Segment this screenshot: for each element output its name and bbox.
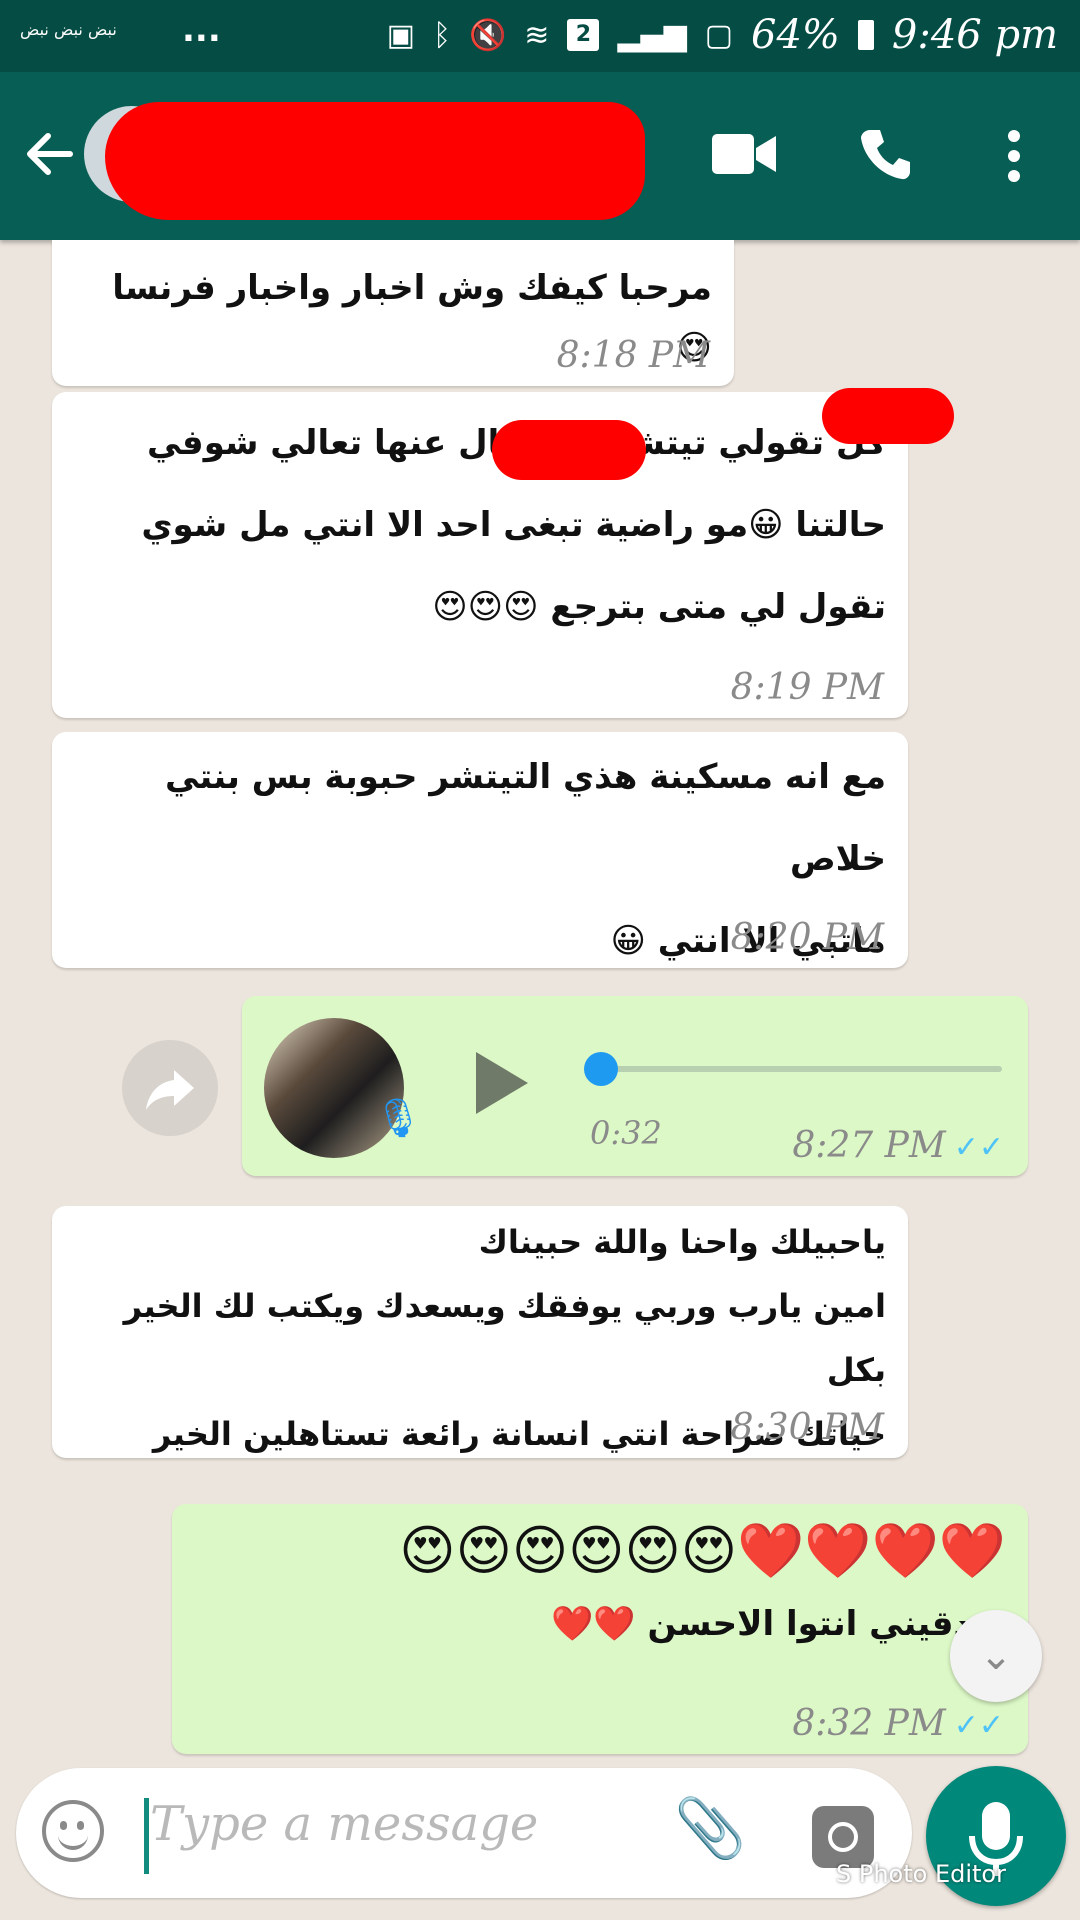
message-bubble[interactable]: ❤️❤️❤️❤️😍😍😍😍😍😍 صدقيني انتوا الاحسن ❤️❤️ … <box>172 1504 1028 1754</box>
message-list[interactable]: مرحبا كيفك وش اخبار واخبار فرنسا 😍 8:18 … <box>0 240 1080 1760</box>
notification-overflow: ... <box>182 10 221 50</box>
wifi-icon: ≋ <box>524 17 550 53</box>
smiley-icon[interactable] <box>42 1800 104 1862</box>
message-time: 8:32 PM ✓✓ <box>792 1703 1004 1744</box>
redacted-contact-name[interactable] <box>105 102 645 220</box>
message-bubble[interactable]: مرحبا كيفك وش اخبار واخبار فرنسا 😍 8:18 … <box>52 240 734 386</box>
redaction-mark <box>822 388 954 444</box>
message-bubble[interactable]: مع انه مسكينة هذي التيتشر حبوبة بس بنتي … <box>52 732 908 968</box>
notification-text: نبض نبض نبض <box>20 20 117 39</box>
message-composer: Type a message 📎 <box>16 1768 912 1898</box>
audio-seek-handle[interactable] <box>584 1052 618 1086</box>
signal-icon-2: ▢ <box>704 17 734 53</box>
scroll-to-bottom-button[interactable]: ⌄ <box>950 1610 1042 1702</box>
message-bubble[interactable]: كل تقولي تيتشر ... تسال عنها تعالي شوفي … <box>52 388 954 718</box>
video-camera-icon[interactable] <box>712 132 776 176</box>
text-caret <box>144 1798 149 1874</box>
message-input[interactable]: Type a message <box>150 1796 538 1852</box>
chevron-double-down-icon: ⌄ <box>979 1633 1013 1679</box>
message-text-line: كل تقولي تيتشر ... تسال عنها تعالي شوفي <box>147 423 886 463</box>
time-label: 8:32 PM <box>792 1703 946 1744</box>
watermark-text: S Photo Editor <box>836 1860 1006 1888</box>
message-time: 8:18 PM <box>556 335 710 376</box>
status-bar: نبض نبض نبض ... ▣ ᛒ 🔇 ≋ 2 ▂▄▆ ▢ 64% 9:46… <box>0 0 1080 72</box>
message-text-line: مع انه مسكينة هذي التيتشر حبوبة بس بنتي … <box>165 757 886 879</box>
share-arrow-icon <box>146 1070 194 1110</box>
message-time: 8:27 PM ✓✓ <box>792 1125 1004 1166</box>
voice-message-bubble[interactable]: 🎙 0:32 8:27 PM ✓✓ <box>242 996 1028 1176</box>
message-time: 8:19 PM <box>730 667 884 708</box>
redaction-mark <box>492 420 646 480</box>
voice-duration: 0:32 <box>590 1114 662 1152</box>
clock: 9:46 pm <box>891 12 1058 58</box>
message-text-line: صدقيني انتوا الاحسن ❤️❤️ <box>550 1604 1006 1644</box>
battery-saver-icon: ▣ <box>386 17 415 53</box>
message-text-line: تقول لي متى بترجع 😍😍😍 <box>432 587 886 627</box>
play-icon[interactable] <box>472 1048 532 1118</box>
microphone-icon: 🎙 <box>374 1096 423 1140</box>
bluetooth-icon: ᛒ <box>432 17 451 53</box>
chat-header <box>0 72 1080 240</box>
phone-icon[interactable] <box>858 126 914 182</box>
message-text-line: ياحبيلك واحنا واللة حبيناك <box>478 1223 886 1261</box>
message-text-line: حالتنا 😀مو راضية تبغى احد الا انتي مل شو… <box>141 505 886 545</box>
message-bubble[interactable]: ياحبيلك واحنا واللة حبيناك امين يارب ورب… <box>52 1206 908 1458</box>
sim-badge: 2 <box>567 19 600 51</box>
battery-percent: 64% <box>751 12 840 58</box>
read-receipt-icon: ✓✓ <box>953 1708 1004 1743</box>
message-time: 8:30 PM <box>730 1407 884 1448</box>
forward-button[interactable] <box>122 1040 218 1136</box>
more-vertical-icon[interactable] <box>1000 128 1028 184</box>
battery-icon <box>857 20 874 50</box>
read-receipt-icon: ✓✓ <box>953 1130 1004 1165</box>
message-time: 8:20 PM <box>730 917 884 958</box>
signal-icon: ▂▄▆ <box>617 17 687 53</box>
message-text-line: ❤️❤️❤️❤️😍😍😍😍😍😍 <box>399 1519 1006 1582</box>
arrow-left-icon[interactable] <box>20 124 80 184</box>
mute-icon: 🔇 <box>468 17 507 53</box>
time-label: 8:27 PM <box>792 1125 946 1166</box>
status-icons: ▣ ᛒ 🔇 ≋ 2 ▂▄▆ ▢ 64% 9:46 pm <box>387 12 1058 58</box>
camera-icon[interactable] <box>812 1806 874 1868</box>
audio-seek-track[interactable] <box>592 1066 1002 1072</box>
paperclip-icon[interactable]: 📎 <box>674 1794 746 1863</box>
message-text-line: امين يارب وربي يوفقك ويسعدك ويكتب لك الخ… <box>123 1287 886 1389</box>
